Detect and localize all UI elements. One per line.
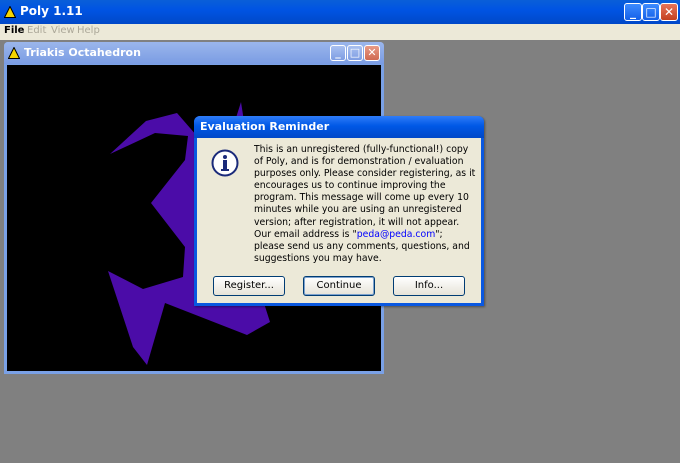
evaluation-dialog: Evaluation Reminder This is an unregiste…	[194, 116, 484, 306]
warning-triangle-icon	[8, 47, 20, 59]
child-close-button[interactable]: ✕	[364, 45, 380, 61]
maximize-button[interactable]: □	[642, 3, 660, 21]
child-title: Triakis Octahedron	[24, 46, 141, 59]
child-maximize-button[interactable]: □	[347, 45, 363, 61]
close-button[interactable]: ✕	[660, 3, 678, 21]
menu-help[interactable]: Help	[77, 25, 100, 36]
continue-button[interactable]: Continue	[303, 276, 375, 296]
menu-file[interactable]: File	[4, 25, 24, 36]
menu-edit[interactable]: Edit	[27, 25, 46, 36]
dialog-titlebar[interactable]: Evaluation Reminder	[194, 116, 484, 138]
dialog-message: This is an unregistered (fully-functiona…	[254, 144, 476, 265]
dialog-title: Evaluation Reminder	[200, 120, 330, 133]
message-part1: This is an unregistered (fully-functiona…	[254, 144, 476, 240]
warning-triangle-icon	[4, 6, 16, 18]
register-button[interactable]: Register...	[213, 276, 285, 296]
child-minimize-button[interactable]: _	[330, 45, 346, 61]
app-title: Poly 1.11	[20, 4, 83, 18]
app-titlebar[interactable]: Poly 1.11 _ □ ✕	[0, 0, 680, 24]
info-button[interactable]: Info...	[393, 276, 465, 296]
menu-bar: File Edit View Help	[0, 24, 680, 40]
minimize-button[interactable]: _	[624, 3, 642, 21]
dialog-body: This is an unregistered (fully-functiona…	[197, 138, 481, 303]
menu-view[interactable]: View	[51, 25, 75, 36]
app-window: Poly 1.11 _ □ ✕ File Edit View Help Tria…	[0, 0, 680, 463]
child-titlebar[interactable]: Triakis Octahedron _ □ ✕	[4, 42, 384, 64]
info-icon	[211, 149, 239, 177]
email-link[interactable]: peda@peda.com	[357, 229, 436, 240]
